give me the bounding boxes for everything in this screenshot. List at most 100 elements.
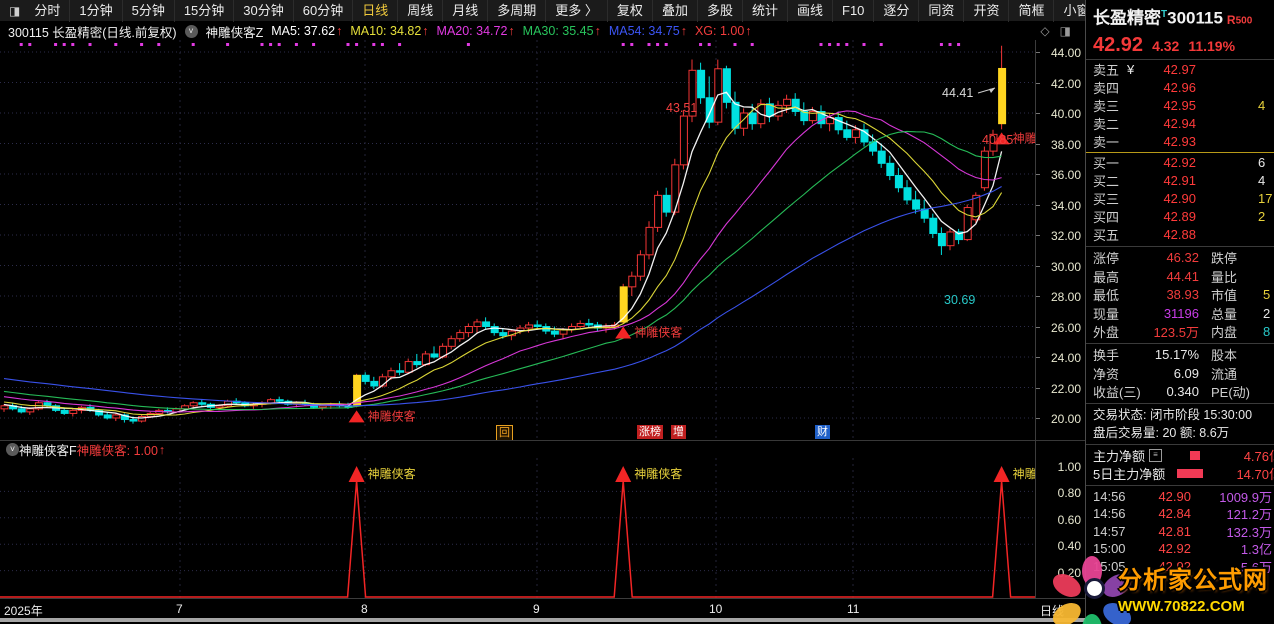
cursor-flag: ¥ (1127, 62, 1135, 78)
up-arrow-icon: ↑ (745, 24, 752, 38)
tick-row: 14:56 42.90 1009.9万 (1093, 488, 1272, 505)
collapse-sub-indicator-icon[interactable]: ˅ (6, 443, 19, 456)
price-axis-label: 24.00 (1050, 351, 1081, 365)
chart-title-bar: 300115 长盈精密(日线.前复权) ˅ 神雕侠客Z MA5: 37.62↑ M… (0, 22, 1085, 40)
fund-value: 14.70亿 (1236, 467, 1274, 483)
stat-row: 外盘 123.5万 内盘 8 (1093, 323, 1271, 340)
candles-svg: 神雕侠客神雕侠客神雕侠客43.5144.4140.8530.69←19.63 (0, 40, 1035, 440)
status-line: 盘后交易量: 20 额: 8.6万 (1093, 425, 1230, 440)
bid-price: 42.90 (1163, 191, 1196, 207)
svg-text:神雕侠客: 神雕侠客 (634, 324, 682, 339)
tool-item-2[interactable]: 多股 (696, 0, 742, 22)
bid-row-1[interactable]: 买二 42.91 4 (1086, 172, 1274, 190)
collapse-main-indicator-icon[interactable]: ˅ (184, 24, 198, 38)
menu-item-5[interactable]: 60分钟 (292, 0, 352, 22)
price-axis-label: 44.00 (1050, 46, 1081, 60)
ask-volume: 4 (1258, 98, 1266, 114)
ma-readout-5: XG: 1.00↑ (694, 24, 752, 38)
bid-row-3[interactable]: 买四 42.89 2 (1086, 208, 1274, 226)
tool-item-7[interactable]: 同资 (918, 0, 963, 22)
svg-text:30.69: 30.69 (944, 293, 975, 307)
menu-item-4[interactable]: 30分钟 (233, 0, 292, 22)
sub-indicator-chart[interactable]: 神雕侠客 神雕侠客 神雕侠客 (0, 458, 1035, 598)
tick-row: 14:56 42.84 121.2万 (1093, 506, 1272, 523)
bid-price: 42.92 (1163, 155, 1196, 171)
timeframe-menu: 分时 1分钟 5分钟 15分钟 30分钟 60分钟 日线 周线 月线 多周期 更多 〉 (25, 0, 607, 22)
bid-row-2[interactable]: 买三 42.90 17 (1086, 190, 1274, 208)
stat-row: 收益(三) 0.340 PE(动) (1093, 384, 1251, 401)
tool-item-1[interactable]: 叠加 (651, 0, 697, 22)
r500-tag: 500 (1235, 15, 1253, 27)
ask-price: 42.94 (1163, 116, 1196, 132)
event-badge-财[interactable]: 财 (815, 425, 830, 439)
tool-item-6[interactable]: 逐分 (873, 0, 918, 22)
price-change: 4.32 (1152, 37, 1180, 54)
quote-stats: 涨停 46.32 跌停 最高 44.41 量比 最低 38.93 市值 5 现量 31196 总量 2 外盘… (1086, 249, 1274, 401)
price-axis-label: 26.00 (1050, 320, 1081, 335)
ask-row-3[interactable]: 卖二 42.94 (1086, 115, 1274, 133)
site-watermark: 分析家公式网 WWW.70822.COM (1048, 554, 1274, 624)
indicator-axis-label: 1.00 (1057, 460, 1081, 474)
main-candlestick-chart[interactable]: 神雕侠客神雕侠客神雕侠客43.5144.4140.8530.69←19.63回涨… (0, 40, 1035, 441)
date-axis-label: 10 (709, 602, 723, 616)
event-badge-增[interactable]: 增 (671, 425, 686, 439)
menu-item-0[interactable]: 分时 (25, 0, 69, 22)
up-arrow-icon: ↑ (336, 24, 343, 38)
menu-item-9[interactable]: 多周期 (487, 0, 545, 22)
diamond-icon[interactable]: ◇ (1040, 24, 1049, 38)
menu-item-3[interactable]: 15分钟 (173, 0, 233, 22)
stat-row: 涨停 46.32 跌停 (1093, 250, 1238, 267)
svg-text:神雕侠客: 神雕侠客 (1013, 130, 1035, 145)
date-axis-label: 11 (847, 602, 860, 616)
panel-toggle-left-icon[interactable]: ◨ (4, 4, 25, 18)
tool-item-0[interactable]: 复权 (606, 0, 652, 22)
quote-header: 长盈精密T300115 R500 42.92 4.32 11.19% (1086, 0, 1274, 59)
event-badge-涨榜[interactable]: 涨榜 (637, 425, 663, 439)
tool-item-5[interactable]: F10 (832, 0, 873, 22)
event-badge-回[interactable]: 回 (496, 425, 513, 441)
bid-volume: 2 (1258, 209, 1266, 225)
date-axis: 2025年 7 8 9 10 11 日线 (0, 598, 1085, 618)
tool-item-8[interactable]: 开资 (963, 0, 1008, 22)
fund-bar (1190, 451, 1201, 461)
ask-levels[interactable]: 卖五 ¥42.97 卖四 42.96 卖三 42.95 4 卖二 42.94 卖一 42.93 (1086, 58, 1274, 151)
menu-item-7[interactable]: 周线 (397, 0, 442, 22)
date-axis-label: 8 (361, 602, 368, 616)
ask-row-2[interactable]: 卖三 42.95 4 (1086, 97, 1274, 115)
up-arrow-icon: ↑ (594, 24, 601, 38)
price-axis-label: 22.00 (1050, 381, 1081, 396)
stat-row: 最低 38.93 市值 5 (1093, 287, 1271, 304)
menu-item-10[interactable]: 更多 〉 (545, 0, 607, 22)
ask-price: 42.97 (1163, 62, 1196, 78)
date-axis-label: 2025年 (4, 604, 43, 618)
titlebar-right-icons: ◇ ◨ (1040, 24, 1071, 38)
fund-row: 5日主力净额14.70亿 (1086, 465, 1274, 483)
panel-toggle-right-icon[interactable]: ◨ (1060, 24, 1071, 38)
menu-item-6[interactable]: 日线 (352, 0, 397, 22)
price-axis-label: 42.00 (1050, 76, 1081, 91)
last-price: 42.92 (1093, 33, 1144, 56)
svg-text:神雕侠客: 神雕侠客 (368, 408, 416, 423)
fund-value: 4.76亿 (1243, 449, 1274, 465)
status-line: 交易状态: 闭市阶段 15:30:00 (1093, 407, 1253, 422)
ask-row-0[interactable]: 卖五 ¥42.97 (1086, 61, 1274, 79)
ask-row-1[interactable]: 卖四 42.96 (1086, 79, 1274, 97)
ma-readout-1: MA10: 34.82↑ (350, 24, 429, 38)
tool-item-3[interactable]: 统计 (741, 0, 787, 22)
menu-item-8[interactable]: 月线 (442, 0, 487, 22)
price-axis-label: 34.00 (1050, 198, 1081, 213)
bid-levels[interactable]: 买一 42.92 6 买二 42.91 4 买三 42.90 17 买四 42.89 2 买五 42.88 (1086, 154, 1274, 244)
ma-readout-4: MA54: 34.75↑ (608, 24, 687, 38)
price-axis-column: 44.00 42.00 40.00 38.00 36.00 34.00 32.00 30.00… (1035, 40, 1085, 598)
list-icon[interactable]: ≡ (1149, 449, 1163, 463)
ask-row-4[interactable]: 卖一 42.93 (1086, 133, 1274, 151)
tool-item-9[interactable]: 简框 (1008, 0, 1053, 22)
tool-item-4[interactable]: 画线 (786, 0, 832, 22)
menu-item-2[interactable]: 5分钟 (121, 0, 174, 22)
bid-row-0[interactable]: 买一 42.92 6 (1086, 154, 1274, 172)
bid-row-4[interactable]: 买五 42.88 (1086, 226, 1274, 244)
ask-price: 42.93 (1163, 134, 1196, 150)
main-fund-flow: 主力净额≡4.76亿5日主力净额14.70亿 (1086, 447, 1274, 483)
menu-item-1[interactable]: 1分钟 (69, 0, 121, 22)
watermark-url: WWW.70822.COM (1118, 598, 1245, 615)
